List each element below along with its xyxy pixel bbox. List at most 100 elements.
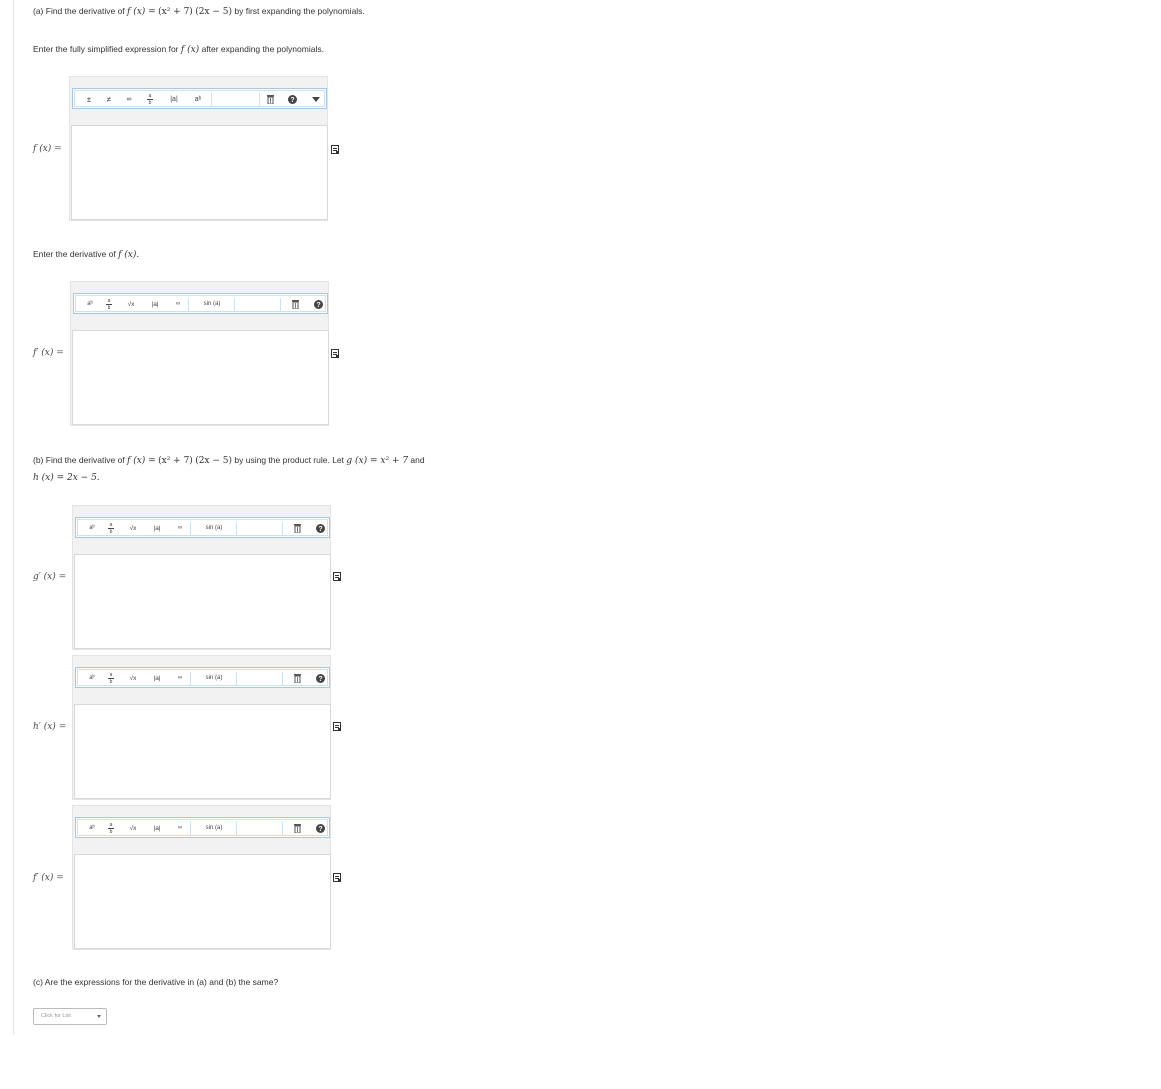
toolbar-separator (188, 298, 189, 311)
infinity-button[interactable]: ∞ (121, 91, 137, 108)
math-editor-5: aᵇ a b √x |a| ∞ sin (a) ? (72, 805, 331, 950)
power-button[interactable]: aᵇ (84, 670, 100, 687)
part-a-prompt-func: f (x) = (127, 7, 156, 17)
power-button[interactable]: aᵇ (82, 296, 98, 313)
help-icon[interactable]: ? (313, 670, 327, 687)
fprime-b-label: f′ (x) = (33, 873, 64, 883)
svg-text:?: ? (290, 97, 294, 104)
fraction-den: b (108, 528, 114, 535)
answer-input-fprime[interactable] (72, 330, 329, 425)
part-b-prompt-and: and (410, 455, 425, 465)
math-editor-4: aᵇ a b √x |a| ∞ sin (a) ? (72, 655, 331, 800)
help-icon[interactable]: ? (313, 820, 327, 837)
document-icon[interactable] (331, 145, 339, 154)
toolbar-separator (282, 672, 283, 685)
abs-button[interactable]: |a| (148, 670, 166, 687)
not-equal-button[interactable]: ≠ (101, 91, 117, 108)
fraction-num: a (148, 93, 152, 99)
answer-input-hprime[interactable] (74, 704, 331, 799)
trash-icon[interactable] (290, 670, 304, 687)
trash-icon[interactable] (290, 820, 304, 837)
trash-icon[interactable] (290, 520, 304, 537)
math-toolbar-1-inner: ± ≠ ∞ a b |a| aᵇ ? (74, 90, 325, 107)
answer-dropdown[interactable]: Click for List (33, 1008, 107, 1025)
abs-button[interactable]: |a| (165, 91, 183, 108)
toolbar-separator (282, 522, 283, 535)
fraction-button[interactable]: a b (102, 296, 116, 313)
math-toolbar-3-inner: aᵇ a b √x |a| ∞ sin (a) ? (77, 519, 328, 536)
part-b-prompt-line-2: h (x) = 2x − 5. (33, 472, 100, 483)
toolbar-separator (259, 93, 260, 106)
math-toolbar-5: aᵇ a b √x |a| ∞ sin (a) ? (75, 817, 330, 838)
document-icon[interactable] (333, 572, 341, 581)
svg-text:?: ? (316, 302, 320, 309)
infinity-button[interactable]: ∞ (172, 670, 188, 687)
document-icon[interactable] (333, 722, 341, 731)
answer-input-gprime[interactable] (74, 554, 331, 649)
part-a-prompt-expr-2: (2x − 5) (195, 7, 233, 17)
help-icon[interactable]: ? (311, 296, 325, 313)
sin-button[interactable]: sin (a) (194, 820, 234, 837)
part-a-prompt: (a) Find the derivative of f (x) = (x² +… (33, 6, 365, 17)
sin-button[interactable]: sin (a) (194, 670, 234, 687)
sqrt-button[interactable]: √x (122, 296, 140, 313)
part-b-prompt-expr-2: (2x − 5) (195, 456, 233, 466)
document-icon[interactable] (333, 873, 341, 882)
toolbar-separator (190, 522, 191, 535)
math-toolbar-3: aᵇ a b √x |a| ∞ sin (a) ? (75, 517, 330, 538)
power-button[interactable]: aᵇ (189, 91, 207, 108)
infinity-button[interactable]: ∞ (172, 820, 188, 837)
trash-icon[interactable] (263, 91, 277, 108)
abs-button[interactable]: |a| (146, 296, 164, 313)
trash-icon[interactable] (288, 296, 302, 313)
answer-input-f[interactable] (71, 125, 328, 220)
plus-minus-button[interactable]: ± (81, 91, 97, 108)
toolbar-separator (211, 93, 212, 106)
toolbar-separator (190, 672, 191, 685)
infinity-button[interactable]: ∞ (172, 520, 188, 537)
fraction-num: a (109, 672, 113, 678)
help-icon[interactable]: ? (285, 91, 299, 108)
part-b-prompt-g: g (x) = x² + 7 (346, 456, 409, 466)
document-icon[interactable] (331, 349, 339, 358)
part-b-prompt-prefix: (b) Find the derivative of (33, 455, 125, 465)
fraction-num: a (109, 522, 113, 528)
part-c-prompt: (c) Are the expressions for the derivati… (33, 977, 279, 987)
abs-button[interactable]: |a| (148, 820, 166, 837)
sqrt-button[interactable]: √x (124, 670, 142, 687)
fprime-b-label-text: f′ (x) (33, 873, 54, 883)
math-editor-1: ± ≠ ∞ a b |a| aᵇ ? (69, 76, 328, 221)
part-b-prompt: (b) Find the derivative of f (x) = (x² +… (33, 455, 425, 466)
hprime-label-text: h′ (x) (33, 722, 56, 732)
sqrt-button[interactable]: √x (124, 820, 142, 837)
fraction-den: b (108, 678, 114, 685)
sin-button[interactable]: sin (a) (194, 520, 234, 537)
part-a-instruction-2-func: f (x). (118, 250, 140, 260)
toolbar-separator (236, 522, 237, 535)
math-editor-2: aᵇ a b √x |a| ∞ sin (a) ? (70, 281, 329, 426)
sqrt-button[interactable]: √x (124, 520, 142, 537)
chevron-down-icon[interactable] (309, 91, 323, 108)
fraction-button[interactable]: a b (104, 520, 118, 537)
fraction-den: b (147, 99, 153, 106)
toolbar-separator (236, 822, 237, 835)
math-editor-3: aᵇ a b √x |a| ∞ sin (a) ? (72, 505, 331, 650)
power-button[interactable]: aᵇ (84, 520, 100, 537)
fraction-button[interactable]: a b (142, 91, 158, 108)
math-toolbar-2-inner: aᵇ a b √x |a| ∞ sin (a) ? (75, 295, 326, 312)
power-button[interactable]: aᵇ (84, 820, 100, 837)
fraction-button[interactable]: a b (104, 670, 118, 687)
sin-button[interactable]: sin (a) (192, 296, 232, 313)
gprime-label: g′ (x) = (33, 572, 66, 582)
toolbar-separator (282, 822, 283, 835)
part-a-instruction-1-text: Enter the fully simplified expression fo… (33, 44, 179, 54)
abs-button[interactable]: |a| (148, 520, 166, 537)
toolbar-separator (280, 298, 281, 311)
fraction-button[interactable]: a b (104, 820, 118, 837)
part-a-instruction-1-func: f (x) (180, 45, 200, 55)
answer-input-fprime-b[interactable] (74, 854, 331, 949)
part-b-prompt-mid: by using the product rule. Let (234, 455, 345, 465)
infinity-button[interactable]: ∞ (170, 296, 186, 313)
gprime-label-text: g′ (x) (33, 572, 56, 582)
help-icon[interactable]: ? (313, 520, 327, 537)
